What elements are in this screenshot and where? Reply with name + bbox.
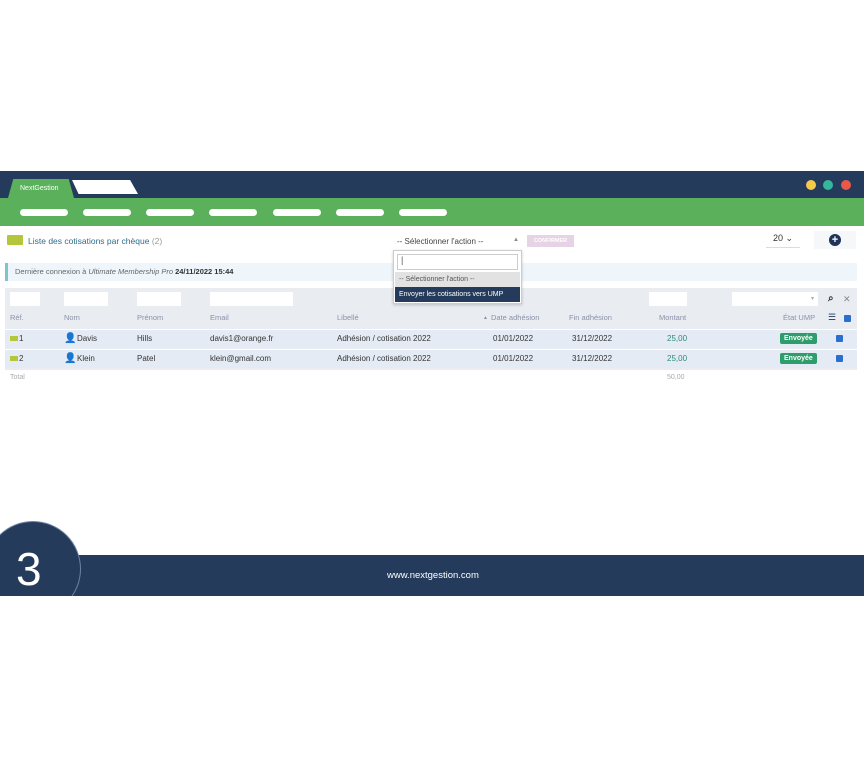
nav-item[interactable] — [399, 209, 447, 216]
ref-icon — [10, 356, 18, 361]
step-number: 3 — [0, 521, 81, 596]
action-dropdown: | -- Sélectionner l'action -- Envoyer le… — [393, 250, 522, 304]
confirm-button[interactable]: CONFIRMER — [527, 235, 574, 247]
nav-item[interactable] — [336, 209, 384, 216]
avatar-icon: 👤 — [64, 333, 77, 344]
page-count: (2) — [151, 236, 163, 246]
per-page-value: 20 — [772, 233, 783, 243]
info-prefix: Dernière connexion à — [15, 267, 89, 276]
nav-item[interactable] — [273, 209, 321, 216]
row-checkbox[interactable] — [836, 355, 843, 362]
info-app: Ultimate Membership Pro — [88, 267, 173, 276]
cell-montant: 25,00 — [667, 334, 688, 343]
cell-ref: 1 — [19, 334, 24, 343]
table-row[interactable] — [5, 349, 857, 368]
nav-item[interactable] — [20, 209, 68, 216]
header-etat-ump[interactable]: État UMP — [783, 313, 815, 322]
window-dot-green — [823, 180, 833, 190]
cell-nom[interactable]: Davis — [77, 334, 97, 343]
dropdown-option-send-ump[interactable]: Envoyer les cotisations vers UMP — [395, 287, 520, 302]
add-button[interactable]: + — [814, 231, 856, 249]
cell-fin: 31/12/2022 — [572, 334, 613, 343]
ref-icon — [10, 336, 18, 341]
table-row[interactable] — [5, 329, 857, 348]
window-dot-red — [841, 180, 851, 190]
sort-asc-icon: ▲ — [483, 315, 488, 321]
header-montant[interactable]: Montant — [659, 313, 686, 322]
chevron-down-icon: ⌄ — [785, 233, 794, 243]
status-badge: Envoyée — [780, 353, 817, 364]
cell-date: 01/01/2022 — [493, 334, 534, 343]
footer-url: www.nextgestion.com — [387, 570, 479, 581]
header-nom[interactable]: Nom — [64, 313, 80, 322]
nav-item[interactable] — [209, 209, 257, 216]
cell-nom[interactable]: Klein — [77, 354, 95, 363]
cell-fin: 31/12/2022 — [572, 354, 613, 363]
dropdown-search-input[interactable]: | — [397, 254, 518, 270]
nav-item[interactable] — [146, 209, 194, 216]
cell-ref: 2 — [19, 354, 24, 363]
footer: www.nextgestion.com — [0, 555, 864, 596]
total-value: 50,00 — [667, 374, 685, 381]
cell-prenom: Patel — [137, 354, 156, 363]
cell-prenom: Hills — [137, 334, 153, 343]
filter-prenom[interactable] — [137, 292, 181, 306]
page-title: Liste des cotisations par chèque (2) — [28, 236, 162, 246]
close-icon[interactable]: ✕ — [843, 294, 851, 305]
window-dot-yellow — [806, 180, 816, 190]
columns-list-icon[interactable]: ☰ — [828, 312, 836, 323]
status-badge: Envoyée — [780, 333, 817, 344]
cell-date: 01/01/2022 — [493, 354, 534, 363]
filter-etat-select[interactable]: ▾ — [732, 292, 818, 306]
page-title-text: Liste des cotisations par chèque — [28, 236, 150, 246]
cell-libelle: Adhésion / cotisation 2022 — [337, 354, 431, 363]
filter-email[interactable] — [210, 292, 293, 306]
header-date-adhesion[interactable]: Date adhésion — [491, 313, 539, 322]
total-label: Total — [10, 374, 25, 381]
filter-nom[interactable] — [64, 292, 108, 306]
tab-nextgestion[interactable]: NextGestion — [8, 179, 74, 198]
header-ref[interactable]: Réf. — [10, 313, 24, 322]
header-fin-adhesion[interactable]: Fin adhésion — [569, 313, 612, 322]
nav-item[interactable] — [83, 209, 131, 216]
select-all-checkbox[interactable] — [844, 315, 851, 322]
info-date: 24/11/2022 15:44 — [175, 267, 234, 276]
filter-ref[interactable] — [10, 292, 40, 306]
search-icon[interactable]: ⌕ — [828, 293, 834, 304]
avatar-icon: 👤 — [64, 353, 77, 364]
header-prenom[interactable]: Prénom — [137, 313, 163, 322]
cell-email: davis1@orange.fr — [210, 334, 274, 343]
row-checkbox[interactable] — [836, 335, 843, 342]
cell-libelle: Adhésion / cotisation 2022 — [337, 334, 431, 343]
dropdown-option[interactable]: -- Sélectionner l'action -- — [395, 272, 520, 287]
filter-montant[interactable] — [649, 292, 687, 306]
list-icon — [7, 235, 23, 245]
caret-up-icon: ▲ — [513, 237, 519, 243]
action-select[interactable]: -- Sélectionner l'action -- — [397, 237, 483, 246]
per-page-select[interactable]: 20 ⌄ — [766, 233, 800, 248]
plus-icon: + — [829, 234, 841, 246]
cell-email: klein@gmail.com — [210, 354, 272, 363]
cell-montant: 25,00 — [667, 354, 688, 363]
header-email[interactable]: Email — [210, 313, 229, 322]
header-libelle[interactable]: Libellé — [337, 313, 359, 322]
tab-blank[interactable] — [72, 180, 138, 194]
